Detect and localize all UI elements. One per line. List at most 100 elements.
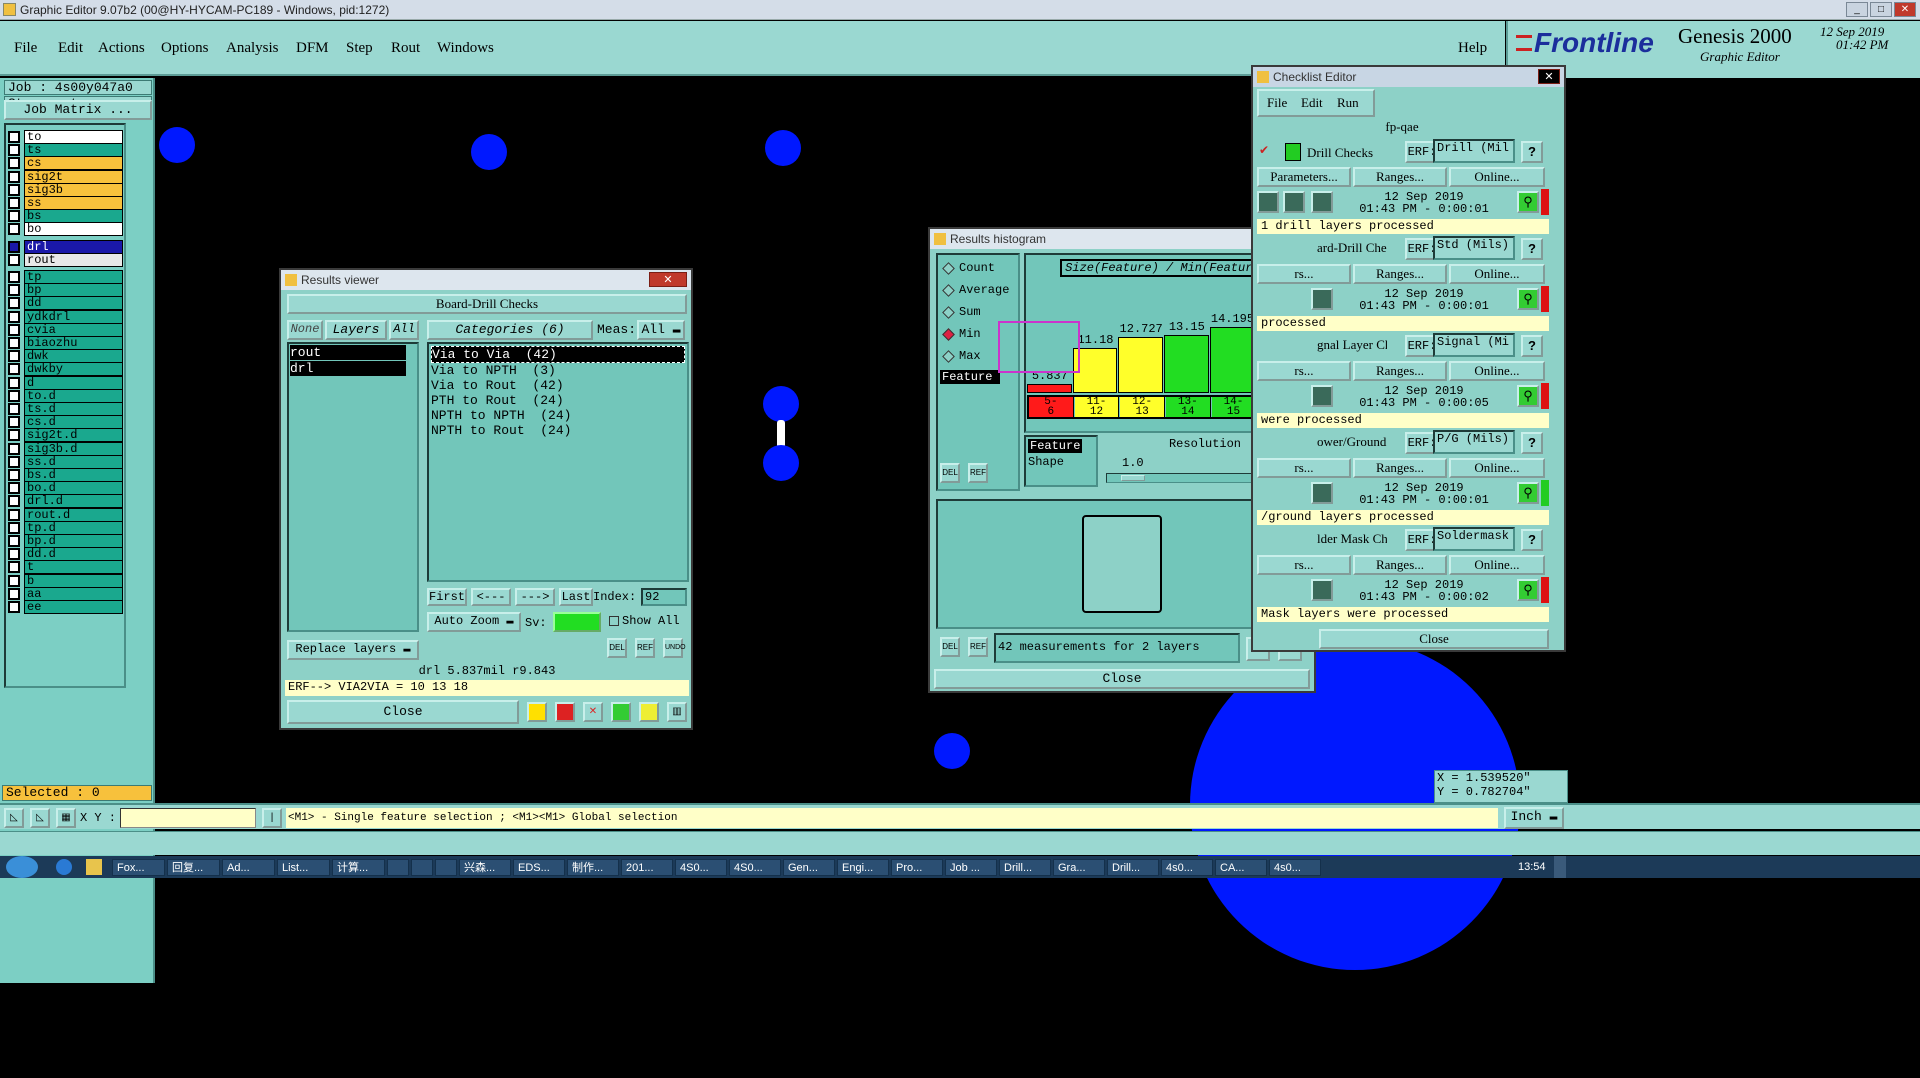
run-icon[interactable] bbox=[1311, 579, 1333, 601]
layer-row[interactable]: ee bbox=[8, 600, 123, 614]
layer-row[interactable]: tp.d bbox=[8, 520, 123, 535]
layers-none-button[interactable]: None bbox=[287, 320, 323, 340]
online-button[interactable]: Online... bbox=[1449, 361, 1545, 381]
report-icon[interactable] bbox=[639, 702, 659, 722]
grid-tool-icon[interactable]: ▦ bbox=[56, 808, 76, 828]
layer-checkbox[interactable] bbox=[8, 240, 20, 253]
layer-checkbox[interactable] bbox=[8, 548, 20, 561]
layer-checkbox[interactable] bbox=[8, 131, 20, 143]
ranges-button[interactable]: Ranges... bbox=[1353, 264, 1447, 284]
taskbar-item[interactable]: 回复... bbox=[167, 859, 220, 876]
maximize-button[interactable]: □ bbox=[1870, 2, 1892, 17]
check-icon[interactable] bbox=[611, 702, 631, 722]
layer-row[interactable]: bs.d bbox=[8, 468, 123, 482]
taskbar-item[interactable] bbox=[387, 859, 409, 876]
layer-row[interactable]: ts bbox=[8, 143, 123, 158]
layer-row[interactable]: dd.d bbox=[8, 547, 123, 562]
bin-label[interactable]: 12- 13 bbox=[1120, 397, 1165, 418]
show-all-checkbox[interactable] bbox=[609, 616, 619, 626]
erf-dropdown[interactable]: P/G (Mils) bbox=[1433, 430, 1515, 454]
parameters-button[interactable]: rs... bbox=[1257, 458, 1351, 478]
category-item[interactable]: NPTH to NPTH (24) bbox=[431, 408, 685, 423]
layer-checkbox[interactable] bbox=[8, 416, 20, 429]
run-icon[interactable] bbox=[1311, 288, 1333, 310]
layer-checkbox[interactable] bbox=[8, 183, 20, 196]
zoom-icon[interactable]: ⚲ bbox=[1517, 482, 1539, 504]
layer-row[interactable]: ts.d bbox=[8, 402, 123, 416]
menu-analysis[interactable]: Analysis bbox=[226, 40, 279, 57]
shape-option[interactable]: Shape bbox=[1028, 455, 1064, 469]
show-desktop-button[interactable] bbox=[1554, 856, 1566, 878]
layer-row[interactable]: cvia bbox=[8, 322, 123, 337]
taskbar-item[interactable]: 4S0... bbox=[729, 859, 781, 876]
layer-checkbox[interactable] bbox=[8, 297, 20, 310]
del-button[interactable]: DEL bbox=[940, 637, 960, 657]
erf-dropdown[interactable]: Drill (Mil bbox=[1433, 139, 1515, 163]
job-matrix-button[interactable]: Job Matrix ... bbox=[4, 100, 152, 120]
measure-tool-icon[interactable]: ◺ bbox=[30, 808, 50, 828]
layer-checkbox[interactable] bbox=[8, 170, 20, 183]
parameters-button[interactable]: Parameters... bbox=[1257, 167, 1351, 187]
run-icon[interactable] bbox=[1311, 482, 1333, 504]
menu-file[interactable]: File bbox=[14, 40, 37, 57]
histogram-bar[interactable] bbox=[1118, 337, 1163, 393]
layer-row[interactable]: to bbox=[8, 130, 123, 144]
taskbar-item[interactable]: EDS... bbox=[513, 859, 565, 876]
last-button[interactable]: Last bbox=[559, 588, 593, 606]
start-button[interactable] bbox=[6, 856, 38, 878]
category-item[interactable]: Via to Rout (42) bbox=[431, 378, 685, 393]
help-icon[interactable]: ? bbox=[1521, 335, 1543, 357]
layer-row[interactable]: drl.d bbox=[8, 494, 123, 509]
zoom-icon[interactable]: ⚲ bbox=[1517, 579, 1539, 601]
help-icon[interactable]: ? bbox=[1521, 432, 1543, 454]
layer-row[interactable]: dwkby bbox=[8, 362, 123, 377]
del-button[interactable]: DEL bbox=[607, 638, 627, 658]
layer-row[interactable]: bs bbox=[8, 209, 123, 224]
ranges-button[interactable]: Ranges... bbox=[1353, 361, 1447, 381]
ranges-button[interactable]: Ranges... bbox=[1353, 167, 1447, 187]
taskbar-item[interactable]: 4s0... bbox=[1269, 859, 1321, 876]
erf-dropdown[interactable]: Std (Mils) bbox=[1433, 236, 1515, 260]
taskbar-item[interactable]: List... bbox=[277, 859, 330, 876]
layer-row[interactable]: ydkdrl bbox=[8, 309, 123, 324]
category-item[interactable]: Via to NPTH (3) bbox=[431, 363, 685, 378]
erf-dropdown[interactable]: Soldermask bbox=[1433, 527, 1515, 551]
menu-edit[interactable]: Edit bbox=[58, 40, 83, 57]
layer-row[interactable]: aa bbox=[8, 586, 123, 601]
cancel-icon[interactable]: ✕ bbox=[583, 702, 603, 722]
layer-checkbox[interactable] bbox=[8, 574, 20, 587]
replace-layers-dropdown[interactable]: Replace layers ▬ bbox=[287, 640, 419, 660]
layer-row[interactable]: sig3b bbox=[8, 182, 123, 197]
category-item[interactable]: NPTH to Rout (24) bbox=[431, 423, 685, 438]
layer-checkbox[interactable] bbox=[8, 350, 20, 363]
layer-row[interactable]: t bbox=[8, 560, 123, 575]
layer-checkbox[interactable] bbox=[8, 197, 20, 209]
layer-item-drl[interactable]: drl bbox=[290, 361, 406, 376]
layer-checkbox[interactable] bbox=[8, 337, 20, 349]
taskbar-item[interactable]: 201... bbox=[621, 859, 673, 876]
layer-checkbox[interactable] bbox=[8, 376, 20, 389]
layer-row[interactable]: cs.d bbox=[8, 415, 123, 430]
layer-row[interactable]: ss.d bbox=[8, 454, 123, 469]
layer-row[interactable]: d bbox=[8, 375, 123, 390]
minimize-button[interactable]: _ bbox=[1846, 2, 1868, 17]
ref-button[interactable]: REF bbox=[968, 463, 988, 483]
histogram-bar[interactable] bbox=[1027, 383, 1072, 393]
close-button[interactable]: Close bbox=[934, 669, 1310, 689]
layer-checkbox[interactable] bbox=[8, 495, 20, 508]
layer-row[interactable]: bp.d bbox=[8, 534, 123, 548]
taskbar-item[interactable]: Engi... bbox=[837, 859, 889, 876]
del-button[interactable]: DEL bbox=[940, 463, 960, 483]
layer-row[interactable]: rout bbox=[8, 252, 123, 267]
layer-row[interactable]: rout.d bbox=[8, 507, 123, 522]
menu-file[interactable]: File bbox=[1267, 95, 1287, 111]
menu-dfm[interactable]: DFM bbox=[296, 40, 329, 57]
layer-row[interactable]: ss bbox=[8, 196, 123, 210]
taskbar-item[interactable]: Pro... bbox=[891, 859, 943, 876]
taskbar-item[interactable]: Job ... bbox=[945, 859, 997, 876]
layer-checkbox[interactable] bbox=[8, 271, 20, 283]
info-icon[interactable]: | bbox=[262, 808, 282, 828]
layer-checkbox[interactable] bbox=[8, 535, 20, 547]
layer-checkbox[interactable] bbox=[8, 363, 20, 376]
prev-button[interactable]: <--- bbox=[471, 588, 511, 606]
